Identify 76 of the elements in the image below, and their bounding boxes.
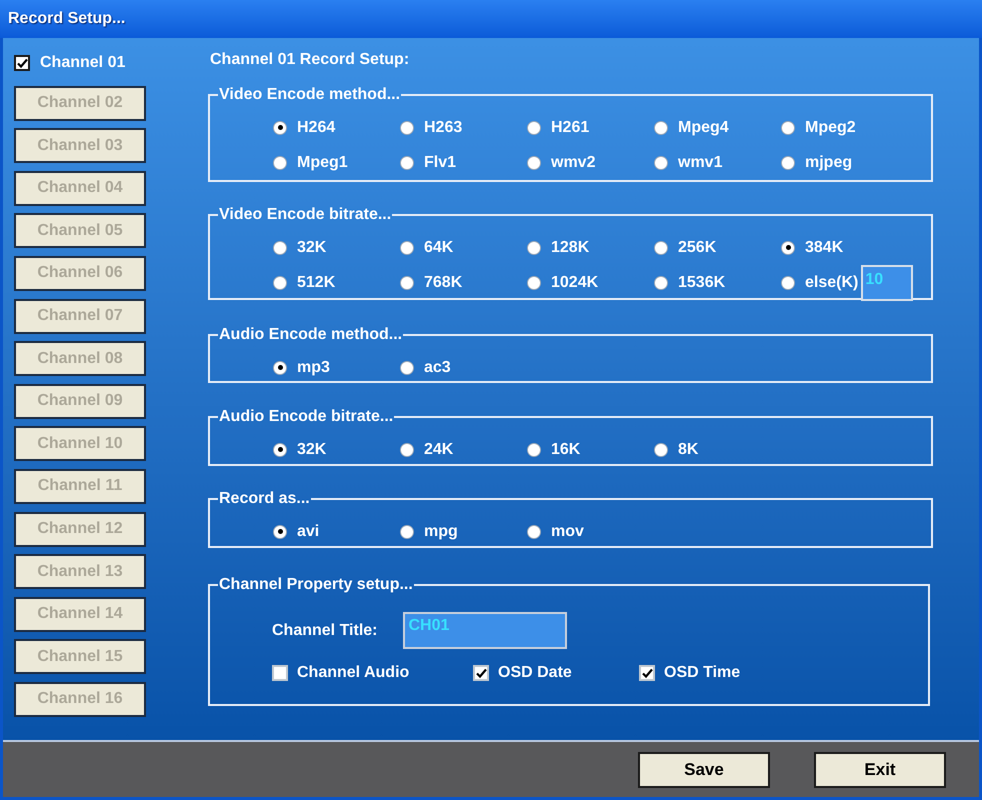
radio-button[interactable] <box>527 156 541 170</box>
radio-button[interactable] <box>273 120 287 134</box>
field-label: Channel Title: <box>272 620 378 640</box>
radio-button[interactable] <box>400 442 414 456</box>
radio-label: wmv1 <box>678 152 722 172</box>
radio-label: 24K <box>424 440 454 460</box>
group-title: Video Encode bitrate... <box>218 206 392 224</box>
group-title: Channel Property setup... <box>218 576 414 594</box>
radio-button[interactable] <box>273 360 287 374</box>
radio-button[interactable] <box>654 156 668 170</box>
radio-button[interactable] <box>273 240 287 254</box>
radio-label: 64K <box>424 238 454 258</box>
radio-button[interactable] <box>781 120 795 134</box>
radio-button[interactable] <box>400 156 414 170</box>
radio-label: 1024K <box>551 272 598 292</box>
radio-label: 8K <box>678 440 698 460</box>
radio-button[interactable] <box>781 240 795 254</box>
radio-label: 128K <box>551 238 590 258</box>
radio-button[interactable] <box>527 524 541 538</box>
radio-button[interactable] <box>527 442 541 456</box>
radio-label: 384K <box>805 238 844 258</box>
radio-button[interactable] <box>273 442 287 456</box>
radio-label: H263 <box>424 118 462 138</box>
radio-button[interactable] <box>400 120 414 134</box>
radio-label: 32K <box>297 238 326 258</box>
radio-label: Mpeg2 <box>805 118 856 138</box>
radio-label: mov <box>551 522 584 542</box>
radio-label: mp3 <box>297 358 330 378</box>
checkbox-label: OSD Date <box>498 663 572 683</box>
checkbox-label: Channel Audio <box>297 663 410 683</box>
dialog-button[interactable]: Exit <box>814 752 946 788</box>
radio-button[interactable] <box>654 120 668 134</box>
section-heading: Channel 01 Record Setup: <box>210 50 410 70</box>
radio-label: H261 <box>551 118 590 138</box>
radio-button[interactable] <box>400 524 414 538</box>
dialog-button[interactable]: Save <box>638 752 770 788</box>
group-title: Record as... <box>218 490 311 508</box>
radio-label: else(K) <box>805 272 858 292</box>
radio-button[interactable] <box>400 240 414 254</box>
group-title: Video Encode method... <box>218 86 402 104</box>
radio-label: 16K <box>551 440 580 460</box>
radio-label: Mpeg1 <box>297 152 348 172</box>
radio-button[interactable] <box>781 276 795 290</box>
group-title: Audio Encode bitrate... <box>218 408 394 426</box>
radio-label: 1536K <box>678 272 726 292</box>
radio-label: Mpeg4 <box>678 118 729 138</box>
radio-label: 512K <box>297 272 336 292</box>
radio-label: ac3 <box>424 358 451 378</box>
checkbox[interactable] <box>14 55 30 71</box>
checkbox-label: OSD Time <box>664 663 740 683</box>
group-title: Audio Encode method... <box>218 326 404 344</box>
radio-label: 256K <box>678 238 716 258</box>
radio-label: 32K <box>297 440 326 460</box>
channel-title-field[interactable]: CH01 <box>402 612 566 649</box>
radio-label: 768K <box>424 272 462 292</box>
radio-button[interactable] <box>654 442 668 456</box>
radio-button[interactable] <box>400 276 414 290</box>
radio-label: Flv1 <box>424 152 456 172</box>
radio-label: mjpeg <box>805 152 852 172</box>
input-field[interactable]: 10 <box>861 264 914 300</box>
radio-label: H264 <box>297 118 336 138</box>
window-title: Record Setup... <box>8 9 126 29</box>
radio-button[interactable] <box>527 276 541 290</box>
radio-label: avi <box>297 522 320 542</box>
radio-button[interactable] <box>654 240 668 254</box>
radio-button[interactable] <box>400 360 414 374</box>
radio-button[interactable] <box>527 120 541 134</box>
radio-label: wmv2 <box>551 152 596 172</box>
radio-button[interactable] <box>273 156 287 170</box>
radio-button[interactable] <box>654 276 668 290</box>
radio-button[interactable] <box>781 156 795 170</box>
radio-label: mpg <box>424 522 458 542</box>
radio-button[interactable] <box>273 276 287 290</box>
radio-button[interactable] <box>273 524 287 538</box>
radio-button[interactable] <box>527 240 541 254</box>
checkbox-label: Channel 01 <box>40 53 126 73</box>
